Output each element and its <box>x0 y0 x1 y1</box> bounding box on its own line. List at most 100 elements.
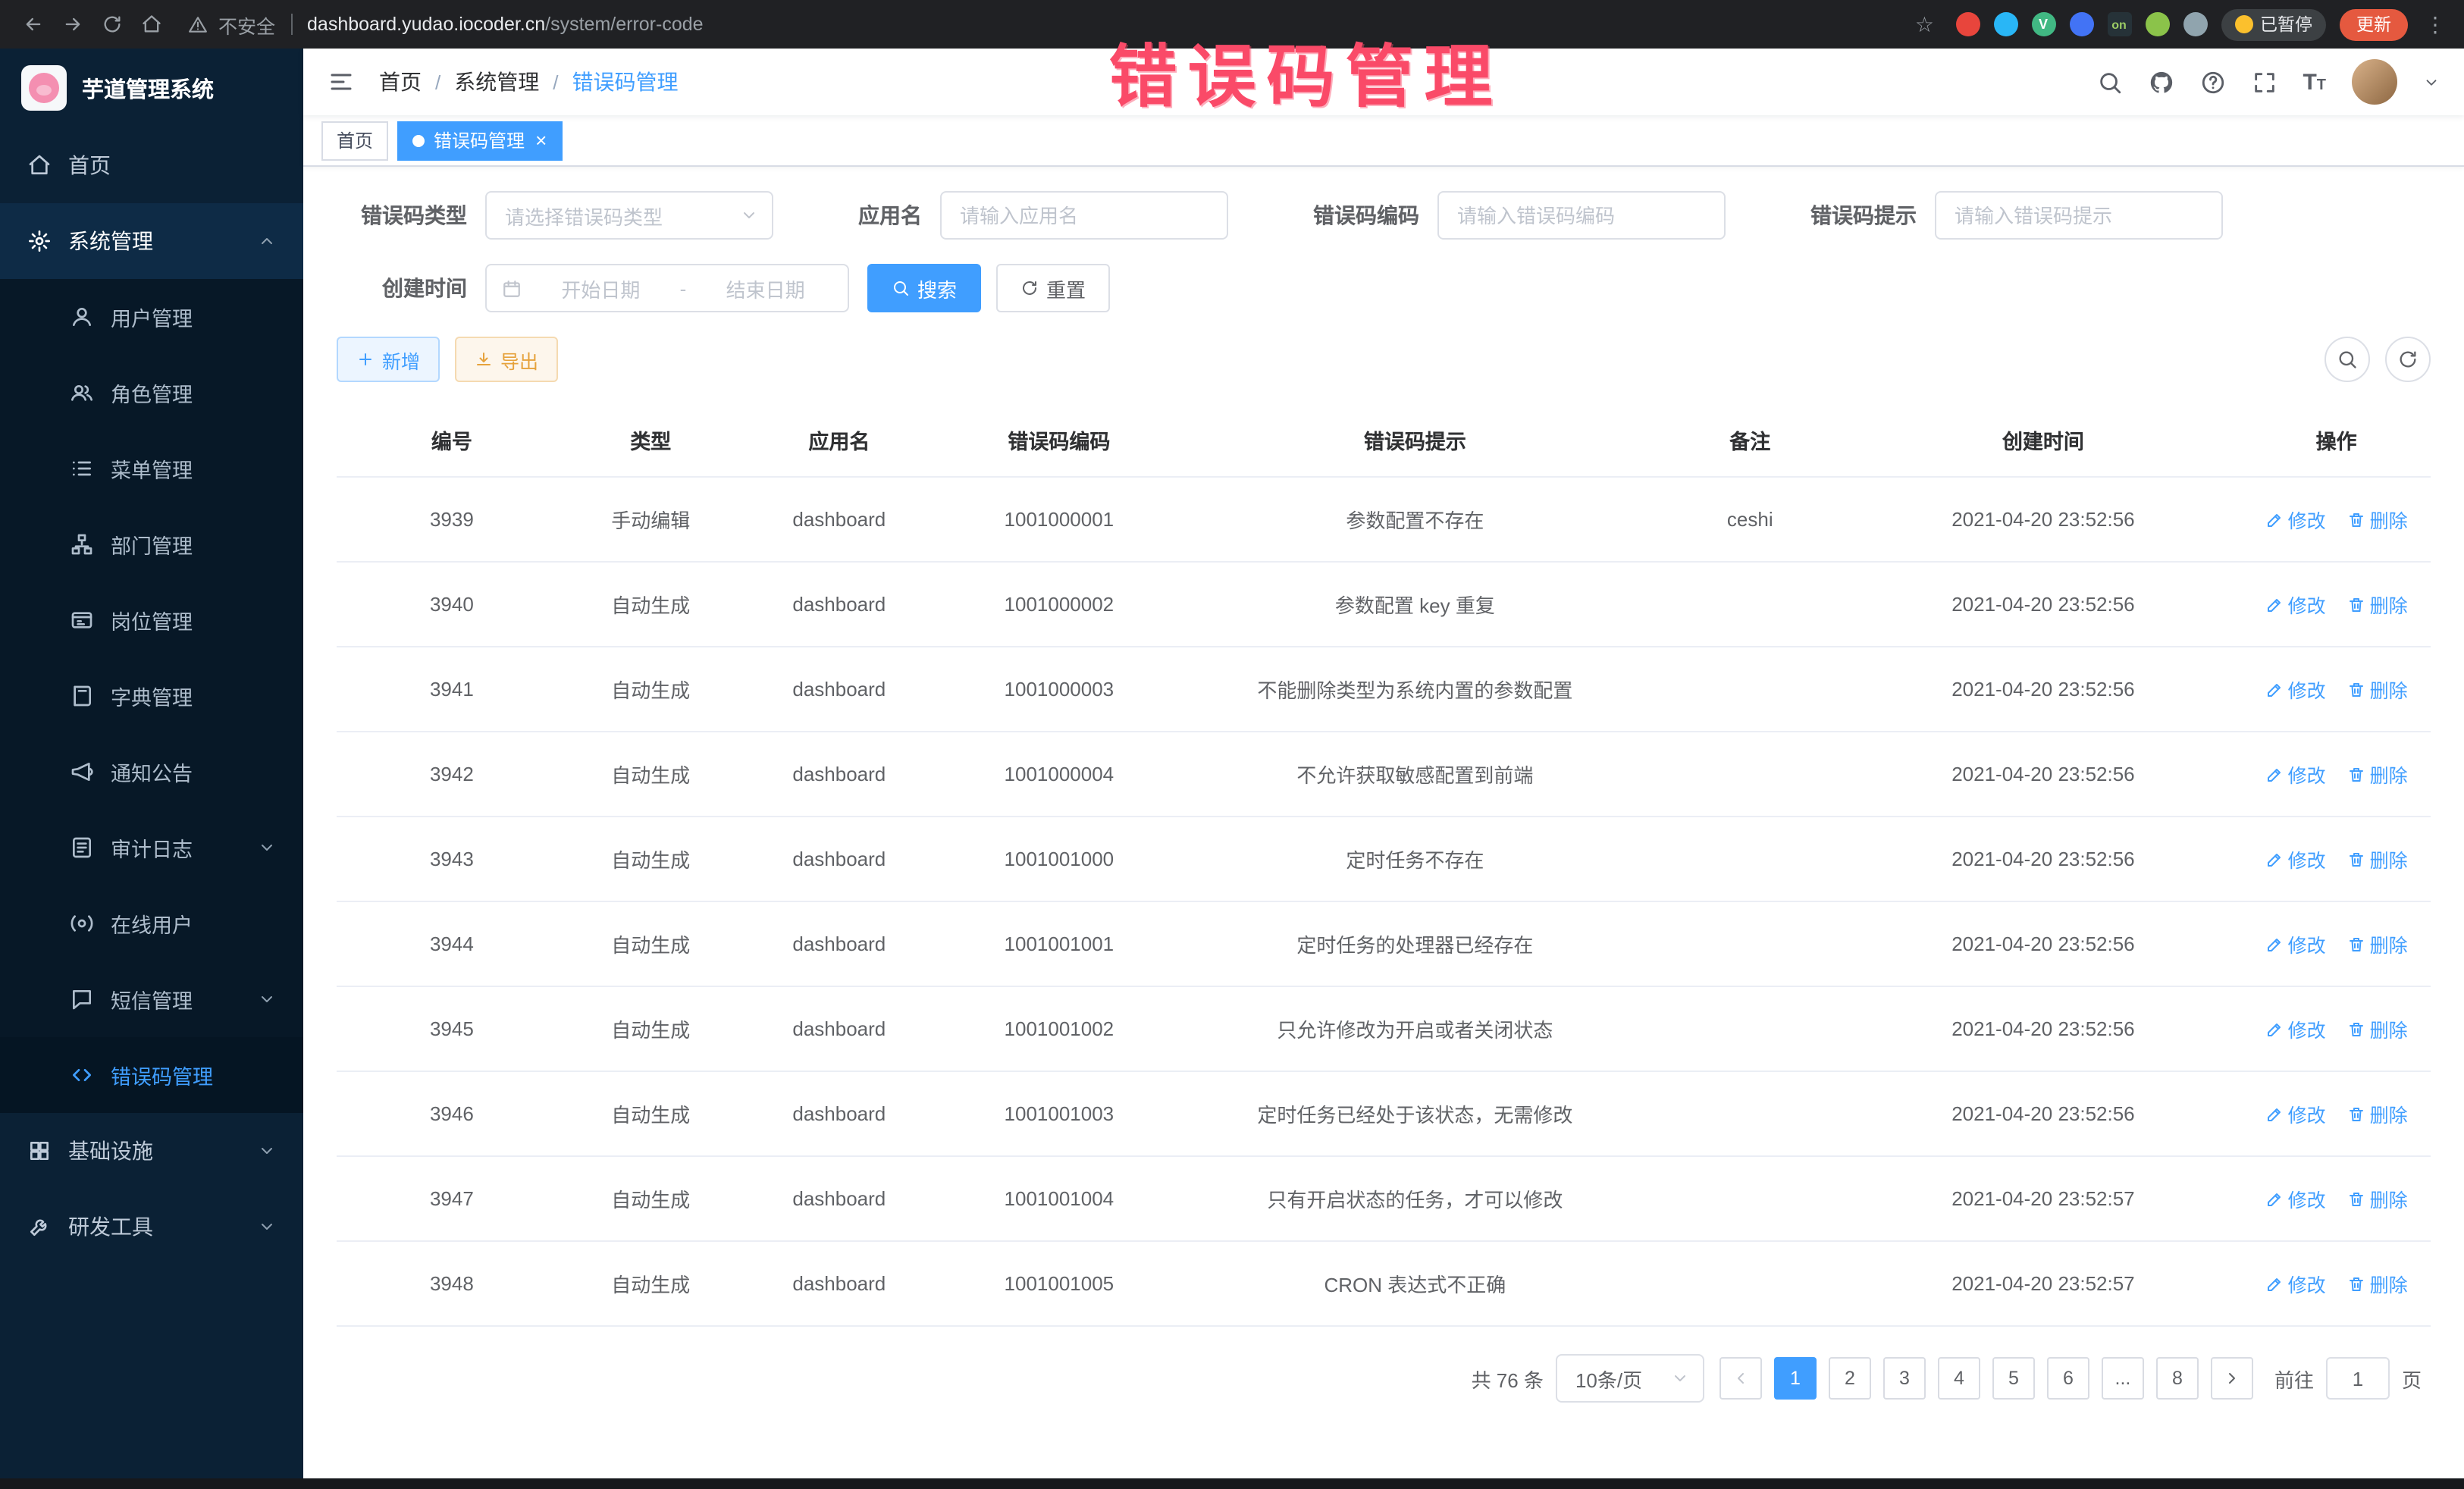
search-icon[interactable] <box>2096 69 2122 95</box>
sidebar-item-error-code[interactable]: 错误码管理 <box>0 1037 303 1113</box>
edit-link[interactable]: 修改 <box>2265 1269 2326 1298</box>
home-icon[interactable] <box>133 6 170 42</box>
export-button[interactable]: 导出 <box>455 337 558 382</box>
date-range-picker[interactable]: 开始日期 - 结束日期 <box>485 264 849 312</box>
hamburger-icon[interactable] <box>328 68 355 96</box>
sidebar-item-post[interactable]: 岗位管理 <box>0 582 303 658</box>
active-dot-icon <box>412 134 425 146</box>
sidebar-item-home[interactable]: 首页 <box>0 127 303 203</box>
sidebar-item-menu[interactable]: 菜单管理 <box>0 431 303 506</box>
chrome-menu-icon[interactable]: ⋮ <box>2422 11 2449 37</box>
sidebar-item-audit-log[interactable]: 审计日志 <box>0 810 303 886</box>
reload-icon[interactable] <box>94 6 130 42</box>
edit-link[interactable]: 修改 <box>2265 1099 2326 1128</box>
help-icon[interactable] <box>2199 69 2225 95</box>
cell-hint: 定时任务已经处于该状态，无需修改 <box>1174 1071 1656 1156</box>
fullscreen-icon[interactable] <box>2251 69 2277 95</box>
edit-link[interactable]: 修改 <box>2265 760 2326 788</box>
bookmark-star-icon[interactable]: ☆ <box>1906 11 1943 37</box>
error-hint-input[interactable] <box>1935 191 2223 240</box>
table-row: 3943自动生成dashboard1001001000定时任务不存在2021-0… <box>337 817 2431 901</box>
reset-button[interactable]: 重置 <box>996 264 1110 312</box>
delete-link[interactable]: 删除 <box>2347 1014 2408 1043</box>
edit-link[interactable]: 修改 <box>2265 675 2326 704</box>
edit-link[interactable]: 修改 <box>2265 929 2326 958</box>
edit-link[interactable]: 修改 <box>2265 505 2326 534</box>
paused-badge[interactable]: 已暂停 <box>2221 8 2326 40</box>
delete-link[interactable]: 删除 <box>2347 845 2408 873</box>
cell-app: dashboard <box>735 477 944 562</box>
vue-devtools-icon[interactable]: V <box>2031 12 2055 36</box>
toggle-search-icon[interactable] <box>2324 337 2370 382</box>
edit-link[interactable]: 修改 <box>2265 1014 2326 1043</box>
page-button-1[interactable]: 1 <box>1774 1357 1817 1400</box>
refresh-table-icon[interactable] <box>2385 337 2431 382</box>
user-avatar[interactable] <box>2352 59 2397 105</box>
forward-icon[interactable] <box>55 6 91 42</box>
delete-link[interactable]: 删除 <box>2347 929 2408 958</box>
chevron-down-icon[interactable] <box>2423 74 2440 90</box>
column-header: 操作 <box>2242 403 2431 477</box>
page-button-2[interactable]: 2 <box>1829 1357 1871 1400</box>
switch-on-extension-icon[interactable]: on <box>2107 12 2131 36</box>
delete-link[interactable]: 删除 <box>2347 760 2408 788</box>
cell-code: 1001000001 <box>944 477 1174 562</box>
cell-app: dashboard <box>735 647 944 732</box>
close-icon[interactable]: × <box>535 130 547 150</box>
sidebar-item-dev-tools[interactable]: 研发工具 <box>0 1189 303 1265</box>
pin-extension-icon[interactable] <box>2183 12 2207 36</box>
delete-link[interactable]: 删除 <box>2347 675 2408 704</box>
page-button-6[interactable]: 6 <box>2047 1357 2089 1400</box>
goto-page-input[interactable] <box>2326 1357 2390 1400</box>
tab-home[interactable]: 首页 <box>321 121 388 160</box>
font-size-icon[interactable]: TT <box>2303 71 2326 93</box>
add-button[interactable]: 新增 <box>337 337 440 382</box>
sidebar-item-dict[interactable]: 字典管理 <box>0 658 303 734</box>
page-button-3[interactable]: 3 <box>1883 1357 1926 1400</box>
green-extension-icon[interactable] <box>2145 12 2169 36</box>
sidebar-item-online-user[interactable]: 在线用户 <box>0 886 303 961</box>
sidebar-item-dept[interactable]: 部门管理 <box>0 506 303 582</box>
sidebar-item-user[interactable]: 用户管理 <box>0 279 303 355</box>
page-button-5[interactable]: 5 <box>1992 1357 2035 1400</box>
blue-extension-icon[interactable] <box>1993 12 2017 36</box>
red-extension-icon[interactable] <box>1955 12 1980 36</box>
address-bar[interactable]: 不安全 dashboard.yudao.iocoder.cn/system/er… <box>188 10 1943 39</box>
edit-link[interactable]: 修改 <box>2265 1184 2326 1213</box>
next-page-button[interactable] <box>2211 1357 2253 1400</box>
sidebar-item-sms[interactable]: 短信管理 <box>0 961 303 1037</box>
app-name-input[interactable] <box>940 191 1228 240</box>
page-button-4[interactable]: 4 <box>1938 1357 1980 1400</box>
sidebar-item-system[interactable]: 系统管理 <box>0 203 303 279</box>
delete-link[interactable]: 删除 <box>2347 1184 2408 1213</box>
cell-remark <box>1656 647 1845 732</box>
cell-created: 2021-04-20 23:52:56 <box>1845 901 2243 986</box>
page-button-8[interactable]: 8 <box>2156 1357 2199 1400</box>
breadcrumb-item[interactable]: 首页 <box>379 67 422 97</box>
delete-link[interactable]: 删除 <box>2347 1269 2408 1298</box>
search-button[interactable]: 搜索 <box>867 264 981 312</box>
page-size-select[interactable]: 10条/页 <box>1556 1354 1704 1403</box>
delete-link[interactable]: 删除 <box>2347 590 2408 619</box>
cell-type: 自动生成 <box>567 732 735 817</box>
update-button[interactable]: 更新 <box>2340 8 2408 40</box>
users-icon <box>70 381 96 405</box>
breadcrumb-item[interactable]: 系统管理 <box>454 67 539 97</box>
sidebar-item-role[interactable]: 角色管理 <box>0 355 303 431</box>
github-icon[interactable] <box>2148 69 2174 95</box>
edit-link[interactable]: 修改 <box>2265 590 2326 619</box>
page-ellipsis[interactable]: ... <box>2102 1357 2144 1400</box>
error-code-input[interactable] <box>1437 191 1726 240</box>
app-logo[interactable]: 芋道管理系统 <box>0 49 303 127</box>
delete-link[interactable]: 删除 <box>2347 1099 2408 1128</box>
grid-extension-icon[interactable] <box>2069 12 2093 36</box>
back-icon[interactable] <box>15 6 52 42</box>
edit-link[interactable]: 修改 <box>2265 845 2326 873</box>
sidebar-item-notice[interactable]: 通知公告 <box>0 734 303 810</box>
error-type-select[interactable]: 请选择错误码类型 <box>485 191 773 240</box>
security-label: 不安全 <box>218 10 275 39</box>
sidebar-item-infra[interactable]: 基础设施 <box>0 1113 303 1189</box>
tab-error-code[interactable]: 错误码管理× <box>397 121 562 160</box>
delete-link[interactable]: 删除 <box>2347 505 2408 534</box>
prev-page-button[interactable] <box>1719 1357 1762 1400</box>
